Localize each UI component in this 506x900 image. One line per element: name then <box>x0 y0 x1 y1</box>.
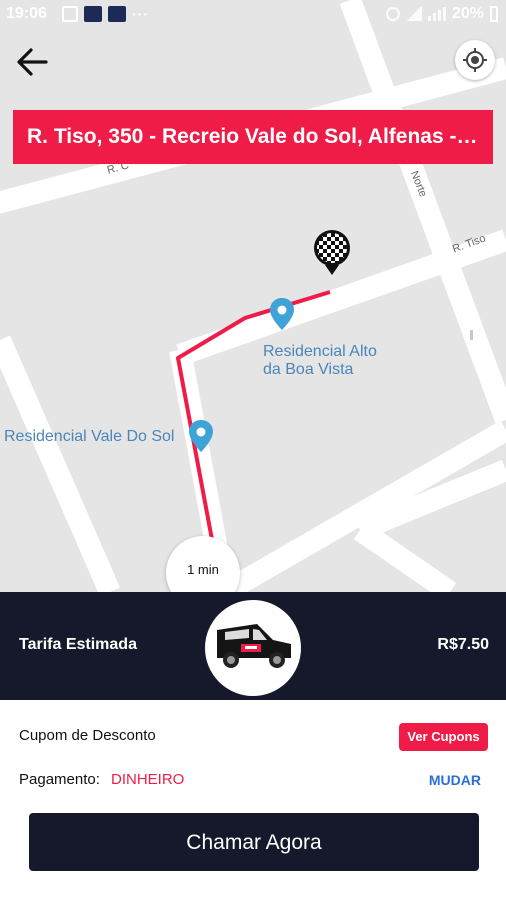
location-status-icon <box>385 7 400 21</box>
place-label-alto-boa-vista: Residencial Alto da Boa Vista <box>263 343 377 378</box>
battery-percent: 20% <box>451 5 484 22</box>
notification-icons: ··· <box>62 6 149 22</box>
my-location-icon <box>463 48 487 72</box>
wifi-icon <box>405 7 422 21</box>
vehicle-selector[interactable] <box>205 600 301 696</box>
payment-label: Pagamento: <box>19 771 100 788</box>
place-label-vale-do-sol: Residencial Vale Do Sol <box>4 428 175 445</box>
eta-text: 1 min <box>187 562 219 577</box>
coupon-label: Cupom de Desconto <box>19 727 156 744</box>
bus-notification-icon <box>84 6 102 22</box>
call-now-button[interactable]: Chamar Agora <box>29 813 479 871</box>
poi-pin-icon[interactable] <box>189 420 213 452</box>
payment-method-value: DINHEIRO <box>111 771 185 788</box>
arrow-left-icon <box>17 48 48 76</box>
status-bar: 19:06 ··· 20% <box>0 0 506 30</box>
destination-flag-icon[interactable] <box>311 229 353 277</box>
fare-label: Tarifa Estimada <box>19 636 137 653</box>
more-notifications-icon: ··· <box>132 6 149 22</box>
car-icon <box>217 624 291 668</box>
battery-icon <box>490 6 498 22</box>
map-view[interactable]: R. C R. Tiso Norte Residencial Alto da B… <box>0 0 506 592</box>
back-button[interactable] <box>12 42 52 82</box>
view-coupons-button[interactable]: Ver Cupons <box>399 723 488 751</box>
system-icons: 20% <box>385 5 498 23</box>
bus-notification-icon <box>108 6 126 22</box>
map-roads <box>0 0 506 592</box>
image-notification-icon <box>62 6 78 22</box>
destination-address-bar[interactable]: R. Tiso, 350 - Recreio Vale do Sol, Alfe… <box>13 110 493 164</box>
poi-pin-icon[interactable] <box>270 298 294 330</box>
change-payment-link[interactable]: MUDAR <box>429 772 481 788</box>
fare-value: R$7.50 <box>437 636 489 653</box>
my-location-button[interactable] <box>455 40 495 80</box>
status-time: 19:06 <box>6 5 47 22</box>
signal-icon <box>427 7 446 21</box>
